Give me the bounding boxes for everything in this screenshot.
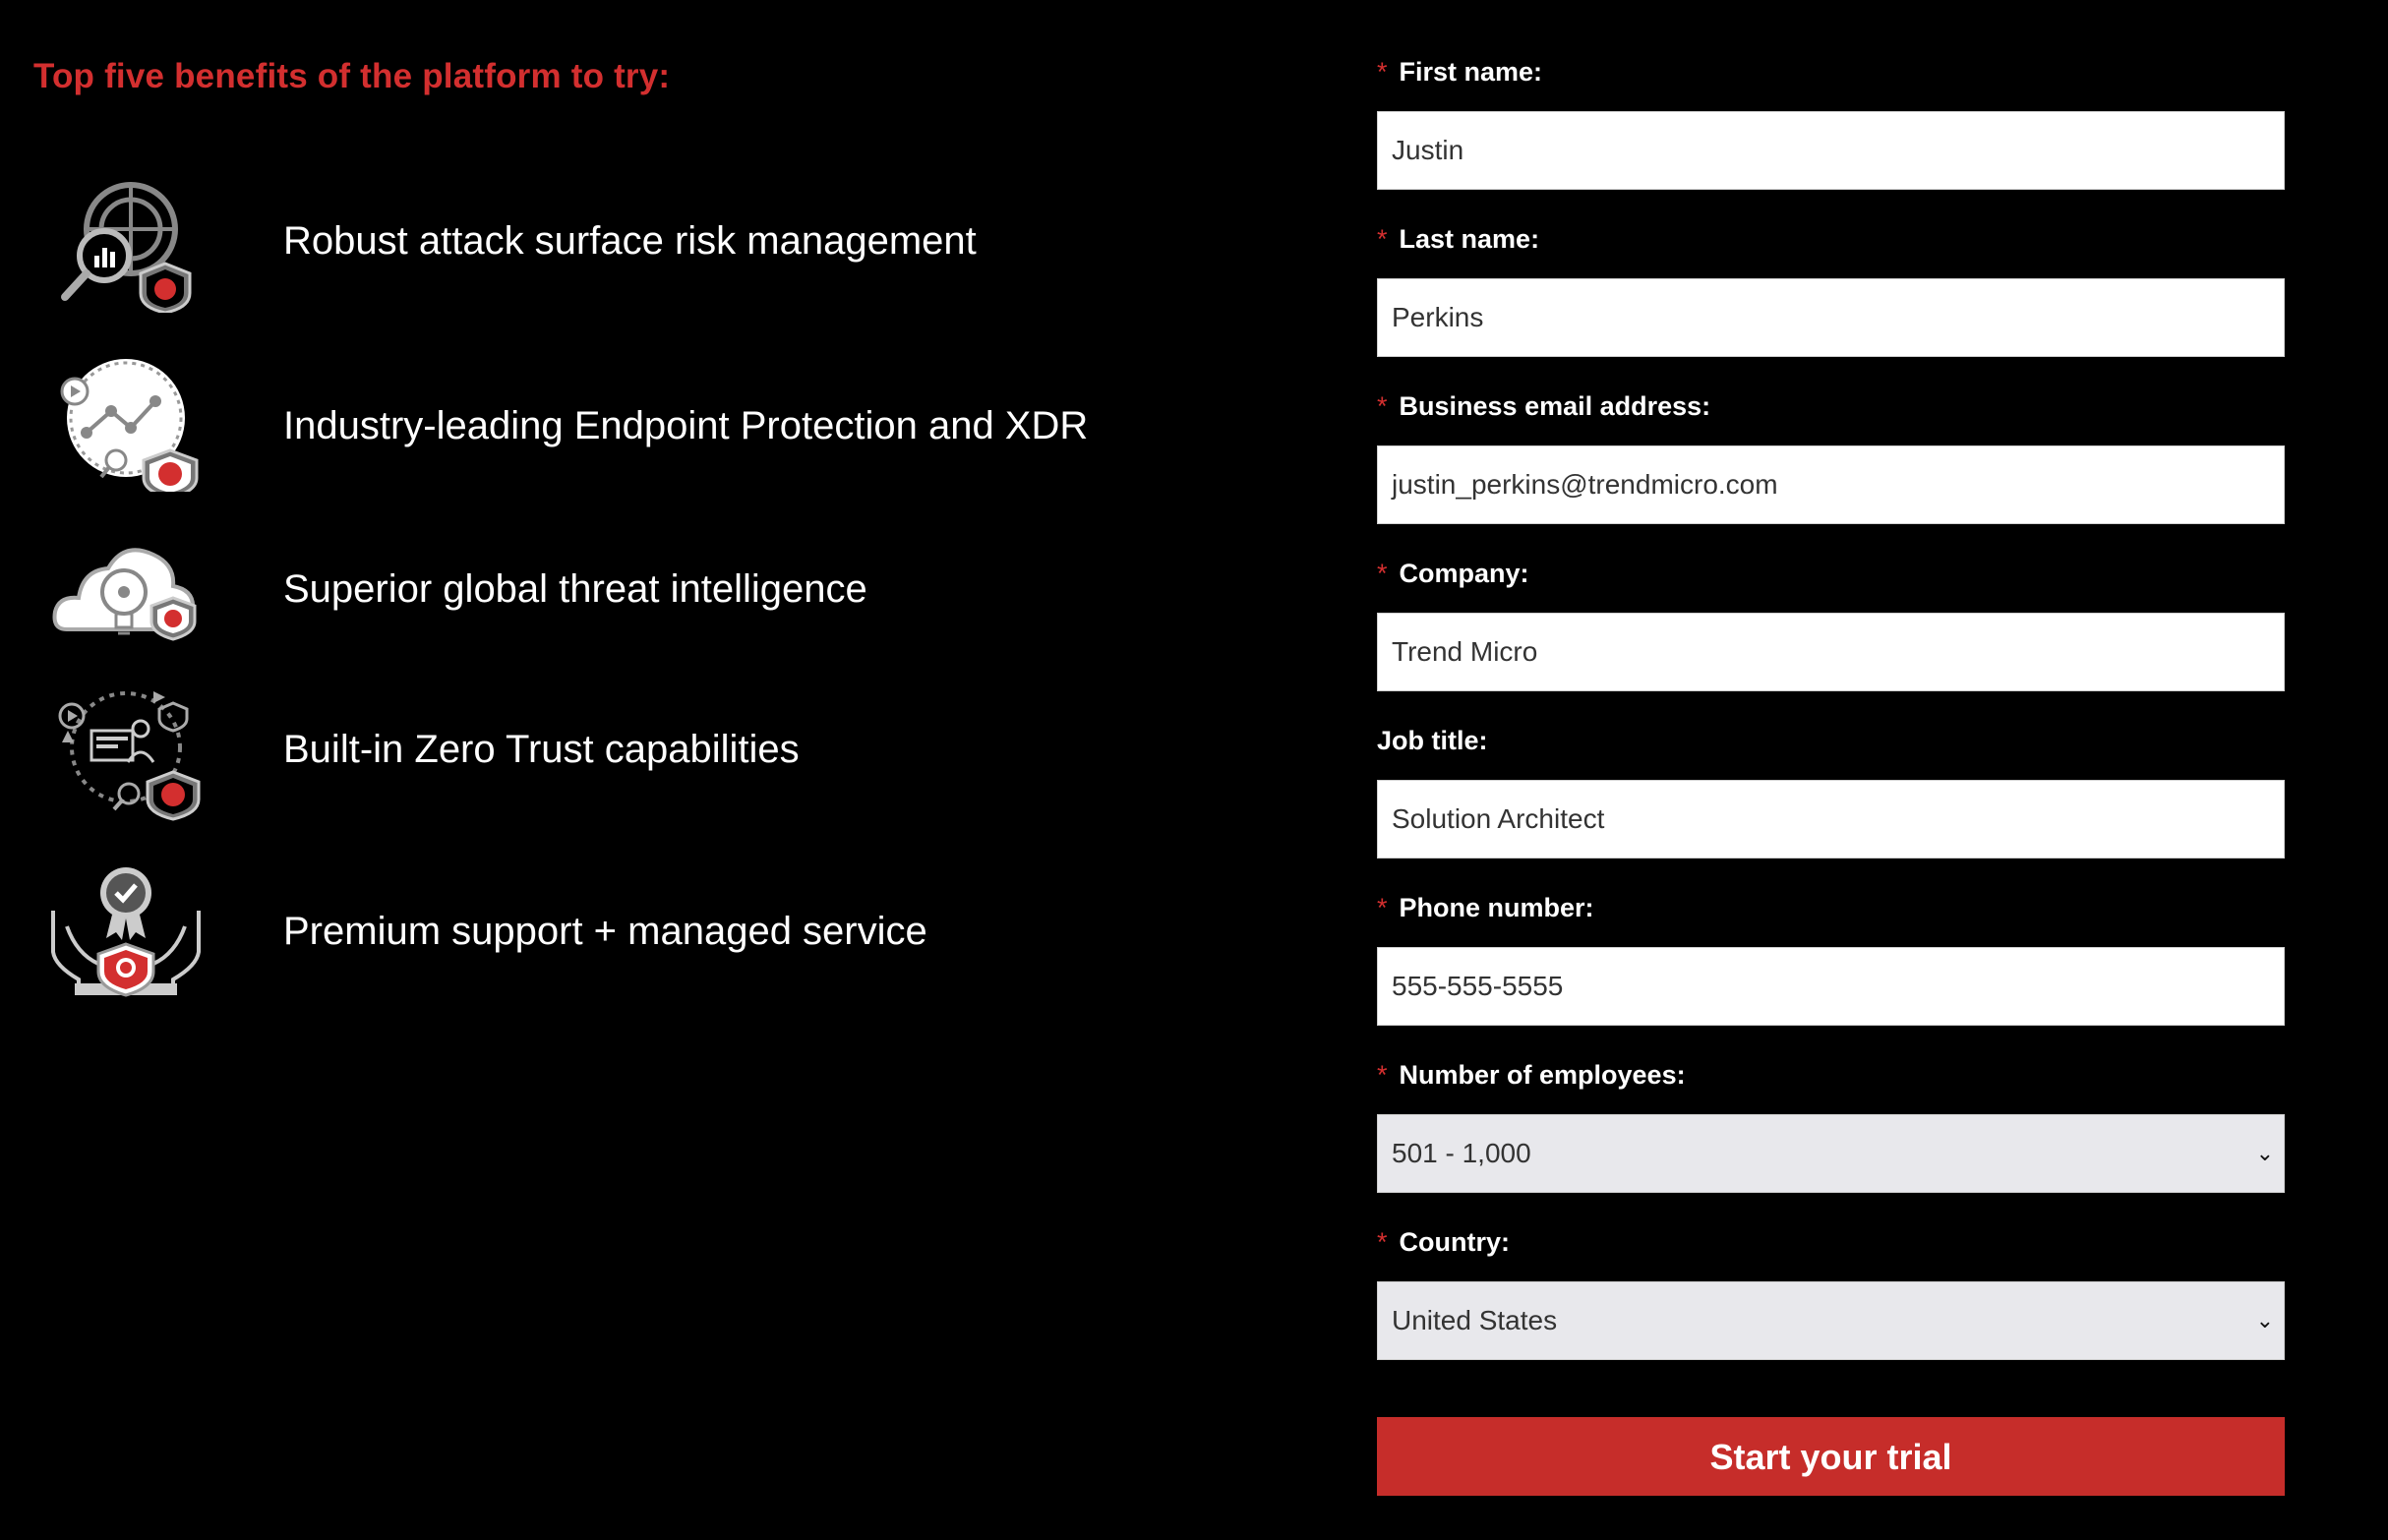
email-input[interactable]: justin_perkins@trendmicro.com	[1377, 445, 2285, 524]
benefit-label: Superior global threat intelligence	[283, 567, 867, 611]
benefit-label: Premium support + managed service	[283, 910, 927, 953]
radar-magnifier-shield-icon	[47, 175, 205, 313]
email-label: * Business email address:	[1377, 391, 1711, 421]
start-trial-button[interactable]: Start your trial	[1377, 1417, 2285, 1496]
award-hands-shield-icon	[47, 863, 205, 1001]
benefit-label: Industry-leading Endpoint Protection and…	[283, 404, 1089, 447]
benefits-title: Top five benefits of the platform to try…	[33, 57, 671, 95]
phone-input[interactable]: 555-555-5555	[1377, 947, 2285, 1026]
required-marker: *	[1377, 224, 1388, 254]
benefit-label: Built-in Zero Trust capabilities	[283, 728, 800, 771]
employees-label: * Number of employees:	[1377, 1060, 1686, 1090]
job-title-input[interactable]: Solution Architect	[1377, 780, 2285, 859]
employees-selected-value: 501 - 1,000	[1392, 1138, 1531, 1168]
job-title-label: Job title:	[1377, 726, 1488, 755]
required-marker: *	[1377, 391, 1388, 421]
required-marker: *	[1377, 1060, 1388, 1090]
chevron-down-icon: ⌄	[2255, 1308, 2274, 1333]
zero-trust-cycle-shield-icon	[47, 683, 205, 821]
required-marker: *	[1377, 57, 1388, 87]
first-name-label: * First name:	[1377, 57, 1543, 87]
last-name-label: * Last name:	[1377, 224, 1540, 254]
required-marker: *	[1377, 1227, 1388, 1257]
first-name-input[interactable]: Justin	[1377, 111, 2285, 190]
required-marker: *	[1377, 893, 1388, 922]
country-label: * Country:	[1377, 1227, 1510, 1257]
phone-label: * Phone number:	[1377, 893, 1594, 922]
endpoint-analytics-shield-icon	[47, 354, 205, 492]
required-marker: *	[1377, 559, 1388, 588]
chevron-down-icon: ⌄	[2255, 1141, 2274, 1165]
employees-select[interactable]: 501 - 1,000 ⌄	[1377, 1114, 2285, 1193]
cloud-lightbulb-shield-icon	[47, 531, 205, 669]
last-name-input[interactable]: Perkins	[1377, 278, 2285, 357]
country-selected-value: United States	[1392, 1305, 1558, 1335]
country-select[interactable]: United States ⌄	[1377, 1281, 2285, 1360]
company-input[interactable]: Trend Micro	[1377, 613, 2285, 691]
company-label: * Company:	[1377, 559, 1529, 588]
benefit-label: Robust attack surface risk management	[283, 219, 977, 263]
trial-signup-form: * First name: Justin * Last name: Perkins …	[1377, 0, 2287, 1540]
